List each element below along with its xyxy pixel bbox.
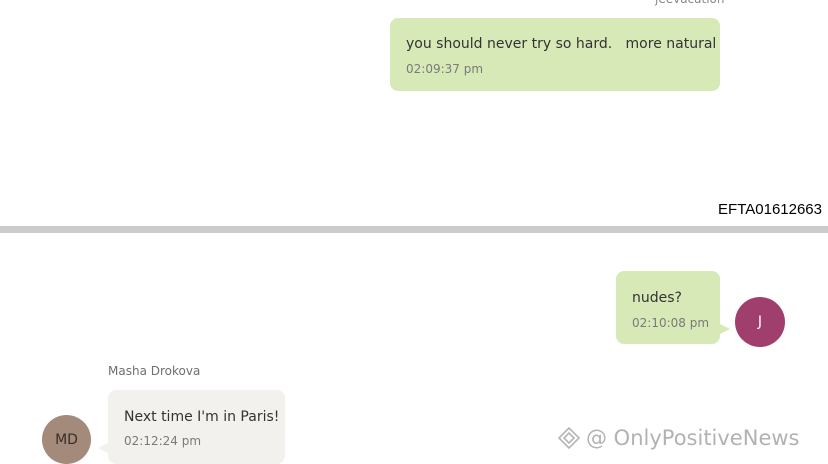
message-timestamp: 02:12:24 pm [124, 434, 202, 448]
avatar[interactable]: MD [42, 415, 91, 464]
message-timestamp: 02:09:37 pm [406, 62, 484, 76]
message-text: nudes? [632, 290, 682, 306]
message-text: Next time I'm in Paris! [124, 409, 280, 425]
message-bubble-sent[interactable]: nudes? 02:10:08 pm [616, 271, 730, 344]
diamond-logo-icon [557, 426, 581, 450]
page-divider [0, 226, 828, 233]
sender-name: Masha Drokova [108, 364, 201, 378]
message-timestamp: 02:10:08 pm [632, 316, 710, 330]
message-bubble-sent[interactable]: you should never try so hard. more natur… [390, 18, 720, 91]
sender-name-top: jeevacation [655, 0, 725, 6]
watermark-text: @ OnlyPositiveNews [586, 426, 800, 450]
message-bubble-received[interactable]: Next time I'm in Paris! 02:12:24 pm [98, 390, 285, 464]
document-id: EFTA01612663 [718, 201, 822, 218]
message-text: you should never try so hard. more natur… [406, 36, 717, 52]
watermark: @ OnlyPositiveNews [557, 426, 800, 450]
avatar[interactable]: J [735, 297, 785, 347]
